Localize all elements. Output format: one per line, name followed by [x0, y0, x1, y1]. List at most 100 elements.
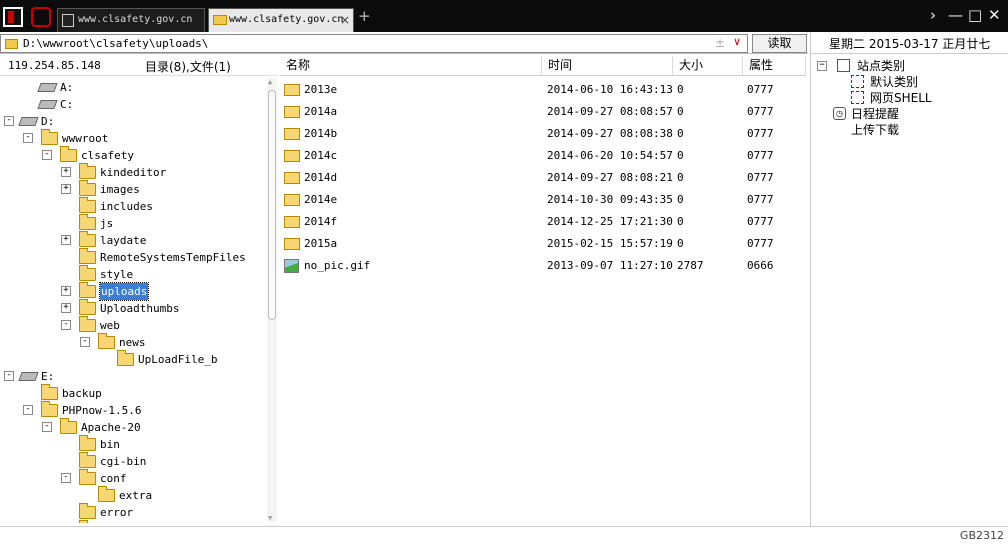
column-name[interactable]: 名称 [280, 56, 542, 75]
tree-label: Uploadthumbs [100, 302, 180, 315]
collapse-icon[interactable]: - [80, 337, 90, 347]
collapse-icon[interactable]: - [4, 371, 14, 381]
column-size[interactable]: 大小 [673, 56, 743, 75]
file-time: 2014-09-27 08:08:21 [547, 171, 673, 184]
expand-icon[interactable]: + [61, 286, 71, 296]
file-size: 0 [677, 215, 684, 228]
expand-icon[interactable]: + [61, 235, 71, 245]
file-name: 2014d [304, 171, 338, 184]
expand-icon[interactable]: + [61, 184, 71, 194]
app-menu-icon[interactable] [31, 7, 51, 27]
folder-icon [41, 401, 58, 417]
minimize-button[interactable]: — [948, 6, 963, 24]
file-attr: 0777 [747, 171, 774, 184]
file-row[interactable]: 2013e 2014-06-10 16:43:13 0 0777 [280, 79, 806, 101]
file-row[interactable]: 2014b 2014-09-27 08:08:38 0 0777 [280, 123, 806, 145]
tab-site-1[interactable]: www.clsafety.gov.cn [57, 8, 205, 32]
folder-icon [79, 248, 96, 264]
tree-label: E: [41, 370, 55, 383]
tree-label: js [100, 217, 114, 230]
folder-icon [213, 15, 227, 25]
folder-icon [284, 106, 300, 118]
category-icon [851, 75, 864, 88]
tree-label: bin [100, 438, 120, 451]
file-size: 0 [677, 105, 684, 118]
file-row[interactable]: 2014d 2014-09-27 08:08:21 0 0777 [280, 167, 806, 189]
expand-icon[interactable]: + [61, 167, 71, 177]
file-name: 2014f [304, 215, 338, 228]
file-row[interactable]: 2015a 2015-02-15 15:57:19 0 0777 [280, 233, 806, 255]
scroll-up-icon[interactable]: ▲ [268, 78, 272, 86]
tree-label: Apache-20 [81, 421, 141, 434]
collapse-icon[interactable]: - [42, 150, 52, 160]
category-icon [837, 59, 850, 72]
file-size: 2787 [677, 259, 704, 272]
address-bar: D:\wwwroot\clsafety\uploads\ ± ∨ 读取 [0, 34, 808, 54]
tab-site-2[interactable]: www.clsafety.gov.cn × [208, 8, 354, 32]
folder-icon [117, 350, 134, 366]
collapse-toggle[interactable]: − [817, 61, 827, 71]
close-button[interactable]: ✕ [988, 6, 1001, 24]
tree-label: images [100, 183, 140, 196]
folder-icon [60, 418, 77, 434]
node-label: 日程提醒 [851, 107, 900, 121]
tree-label: D: [41, 115, 55, 128]
expand-icon[interactable]: + [61, 303, 71, 313]
folder-icon [98, 333, 115, 349]
folder-icon [79, 435, 96, 451]
maximize-button[interactable]: □ [968, 6, 982, 24]
collapse-icon[interactable]: - [23, 405, 33, 415]
read-button[interactable]: 读取 [752, 34, 807, 53]
tree-label: clsafety [81, 149, 134, 162]
scroll-down-icon[interactable]: ▼ [268, 514, 272, 522]
folder-icon [284, 194, 300, 206]
collapse-icon[interactable]: - [4, 116, 14, 126]
file-size: 0 [677, 127, 684, 140]
folder-icon [284, 172, 300, 184]
server-ip: 119.254.85.148 [8, 59, 101, 72]
file-size: 0 [677, 193, 684, 206]
tree-label: style [100, 268, 134, 281]
file-row[interactable]: 2014f 2014-12-25 17:21:30 0 0777 [280, 211, 806, 233]
tree-label: backup [62, 387, 102, 400]
file-name: 2014b [304, 127, 338, 140]
file-attr: 0666 [747, 259, 774, 272]
tree-label: PHPnow-1.5.6 [62, 404, 142, 417]
path-input[interactable]: D:\wwwroot\clsafety\uploads\ ± ∨ [0, 34, 748, 53]
file-name: 2013e [304, 83, 338, 96]
tab-label: www.clsafety.gov.cn [78, 14, 193, 25]
tree-scrollbar[interactable]: ▲ ▼ [267, 78, 277, 522]
scrollbar-thumb[interactable] [268, 90, 276, 320]
chevron-right-icon[interactable]: › [930, 6, 936, 24]
file-row[interactable]: no_pic.gif 2013-09-07 11:27:10 2787 0666 [280, 255, 806, 277]
file-name: 2014c [304, 149, 338, 162]
column-time[interactable]: 时间 [542, 56, 673, 75]
close-tab-icon[interactable]: × [340, 9, 350, 31]
directory-tree: A: C: - D: - wwwroot - clsafety + kindeditor + imag… [0, 77, 266, 523]
column-attr[interactable]: 属性 [743, 56, 806, 75]
file-row[interactable]: 2014a 2014-09-27 08:08:57 0 0777 [280, 101, 806, 123]
folder-icon [284, 216, 300, 228]
file-row[interactable]: 2014c 2014-06-20 10:54:57 0 0777 [280, 145, 806, 167]
collapse-icon[interactable]: - [23, 133, 33, 143]
node-label: 上传下载 [851, 123, 900, 137]
file-attr: 0777 [747, 215, 774, 228]
folder-icon [60, 146, 77, 162]
drive-icon [37, 100, 58, 109]
new-tab-icon[interactable]: + [358, 7, 371, 25]
file-attr: 0777 [747, 193, 774, 206]
file-size: 0 [677, 83, 684, 96]
folder-icon [284, 128, 300, 140]
collapse-icon[interactable]: - [61, 473, 71, 483]
chevron-down-icon[interactable]: ∨ [733, 35, 741, 48]
collapse-icon[interactable]: - [61, 320, 71, 330]
file-time: 2015-02-15 15:57:19 [547, 237, 673, 250]
app-logo-icon[interactable] [3, 7, 23, 27]
collapse-icon[interactable]: - [42, 422, 52, 432]
folder-icon [79, 197, 96, 213]
folder-icon [79, 316, 96, 332]
file-name: 2014a [304, 105, 338, 118]
folder-icon [284, 84, 300, 96]
file-row[interactable]: 2014e 2014-10-30 09:43:35 0 0777 [280, 189, 806, 211]
plus-minus-icon[interactable]: ± [715, 36, 725, 50]
